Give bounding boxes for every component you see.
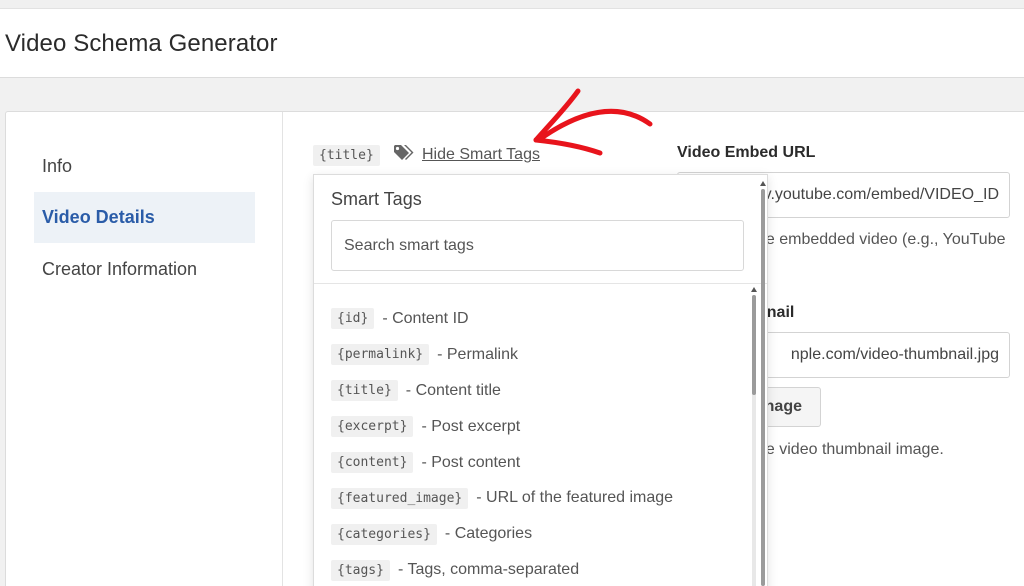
- sidebar-item-creator-information[interactable]: Creator Information: [34, 244, 255, 295]
- sidebar-item-label: Video Details: [42, 207, 155, 227]
- smart-tag-description: - Post excerpt: [421, 417, 521, 435]
- page-header: Video Schema Generator: [0, 9, 1024, 78]
- sidebar-item-video-details[interactable]: Video Details: [34, 192, 255, 243]
- smart-tag-code: {excerpt}: [331, 416, 414, 438]
- dropdown-divider: [314, 283, 767, 284]
- smart-tag-item-title[interactable]: {title} - Content title: [331, 373, 751, 409]
- smart-tag-description: - Content title: [405, 381, 501, 399]
- smart-tags-title: Smart Tags: [331, 189, 422, 209]
- smart-tag-item-featured-image[interactable]: {featured_image} - URL of the featured i…: [331, 480, 751, 516]
- panel-scroll-up-arrow-icon[interactable]: [760, 181, 766, 186]
- list-scroll-up-arrow-icon[interactable]: [751, 287, 757, 292]
- smart-tag-item-categories[interactable]: {categories} - Categories: [331, 516, 751, 552]
- smart-tag-code: {tags}: [331, 559, 390, 581]
- sidebar: Info Video Details Creator Information: [6, 112, 283, 586]
- smart-tags-search-input[interactable]: [331, 220, 744, 271]
- list-scrollbar-thumb[interactable]: [752, 295, 756, 395]
- smart-tag-item-tags[interactable]: {tags} - Tags, comma-separated: [331, 552, 751, 586]
- smart-tag-code: {featured_image}: [331, 487, 469, 509]
- title-smart-tag: {title}: [313, 145, 380, 166]
- smart-tag-code: {title}: [331, 380, 398, 402]
- smart-tag-item-excerpt[interactable]: {excerpt} - Post excerpt: [331, 409, 751, 445]
- smart-tag-item-id[interactable]: {id} - Content ID: [331, 301, 751, 337]
- video-embed-url-value: v.youtube.com/embed/VIDEO_ID: [763, 186, 999, 203]
- smart-tags-dropdown: Smart Tags {id} - Content ID {permalink}…: [313, 174, 768, 586]
- window-top-strip: [0, 0, 1024, 9]
- thumbnail-url-value: nple.com/video-thumbnail.jpg: [790, 346, 999, 363]
- hide-smart-tags-link[interactable]: Hide Smart Tags: [393, 143, 540, 167]
- smart-tag-description: - Tags, comma-separated: [397, 561, 580, 579]
- panel-scrollbar-thumb[interactable]: [761, 189, 765, 586]
- smart-tag-code: {permalink}: [331, 344, 430, 366]
- smart-tags-list: {id} - Content ID {permalink} - Permalin…: [331, 301, 751, 586]
- annotation-arrow-icon: [533, 88, 653, 156]
- smart-tag-item-content[interactable]: {content} - Post content: [331, 445, 751, 481]
- sidebar-item-info[interactable]: Info: [34, 141, 255, 192]
- video-embed-url-label: Video Embed URL: [677, 144, 816, 161]
- smart-tag-item-permalink[interactable]: {permalink} - Permalink: [331, 337, 751, 373]
- thumbnail-help: he video thumbnail image.: [757, 441, 944, 458]
- sidebar-item-label: Info: [42, 156, 73, 176]
- smart-tag-description: - Post content: [421, 453, 521, 471]
- smart-tag-code: {id}: [331, 308, 375, 330]
- smart-tag-description: - URL of the featured image: [476, 489, 674, 507]
- smart-tag-description: - Permalink: [437, 345, 518, 363]
- tags-icon: [393, 144, 417, 167]
- smart-tag-code: {content}: [331, 452, 414, 473]
- sidebar-item-label: Creator Information: [42, 259, 198, 279]
- video-embed-url-help: he embedded video (e.g., YouTube: [757, 231, 1006, 248]
- smart-tag-code: {categories}: [331, 523, 437, 545]
- page-title: Video Schema Generator: [5, 30, 278, 57]
- smart-tag-description: - Content ID: [382, 309, 469, 327]
- smart-tag-description: - Categories: [444, 525, 533, 543]
- select-image-button-label: nage: [764, 398, 802, 415]
